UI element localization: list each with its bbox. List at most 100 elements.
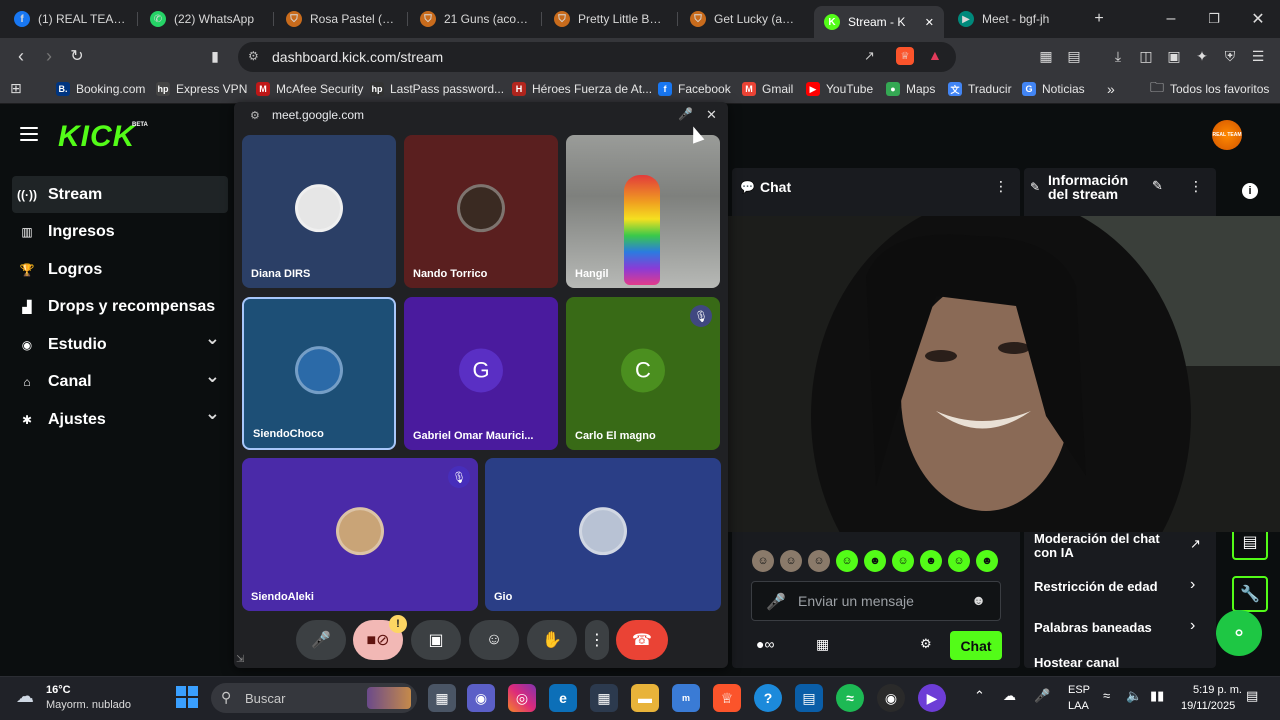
brave-icon[interactable]: ♕ [713, 684, 741, 712]
minimize-button[interactable]: – [1160, 8, 1182, 30]
kick-logo[interactable]: KICK [58, 120, 135, 154]
chevron-right-icon[interactable]: › [1190, 617, 1195, 635]
tab-0[interactable]: f (1) REAL TEAM PR [4, 6, 136, 32]
sidebar-item-logros[interactable]: 🏆 Logros [12, 251, 228, 288]
close-tab-icon[interactable]: ✕ [925, 16, 934, 29]
participant-tile[interactable]: G Gabriel Omar Maurici... [404, 297, 558, 450]
emote[interactable]: ☺ [836, 550, 858, 572]
weather-temp[interactable]: 16°C [46, 684, 71, 696]
tray-app-icon[interactable]: ☁ [1003, 688, 1016, 704]
maximize-button[interactable]: ❐ [1203, 8, 1225, 30]
emote[interactable]: ☺ [948, 550, 970, 572]
emote[interactable]: ☻ [976, 550, 998, 572]
sidebar-item-canal[interactable]: ⌂ Canal ⌄ [12, 364, 228, 401]
instagram-icon[interactable]: ◎ [508, 684, 536, 712]
tab-1[interactable]: ✆ (22) WhatsApp [140, 6, 272, 32]
bookmark-item[interactable]: B. Booking.com [56, 80, 145, 98]
edge-icon[interactable]: e [549, 684, 577, 712]
sidebar-item-ingresos[interactable]: ▥ Ingresos [12, 214, 228, 251]
weather-cloud-icon[interactable]: ☁ [16, 686, 34, 707]
tab-6[interactable]: K Stream - K ✕ [814, 6, 944, 38]
apps-grid-icon[interactable]: ⊞ [10, 80, 22, 97]
brave-rewards-icon[interactable]: ▲ [928, 47, 942, 63]
sidebar-item-estudio[interactable]: ◉ Estudio ⌄ [12, 326, 228, 363]
bookmark-icon[interactable]: ▮ [204, 45, 226, 67]
reactions-button[interactable]: ☺ [469, 620, 519, 660]
participant-tile[interactable]: SiendoChoco [242, 297, 396, 450]
back-icon[interactable]: ‹ [10, 45, 32, 67]
emote[interactable]: ☺ [808, 550, 830, 572]
sidebar-item-stream[interactable]: ((·)) Stream [12, 176, 228, 213]
battery-icon[interactable]: ▮▮ [1150, 688, 1164, 704]
info-row-ai-moderation[interactable]: Moderación del chat con IA [1034, 532, 1184, 560]
emote[interactable]: ☻ [864, 550, 886, 572]
tab-2[interactable]: ⛉ Rosa Pastel (acord [276, 6, 406, 32]
all-bookmarks-button[interactable]: 🗀 Todos los favoritos [1150, 79, 1269, 98]
leo-ai-icon[interactable]: ✦ [1192, 46, 1212, 66]
brave-shield-icon[interactable]: ♕ [896, 47, 914, 65]
microphone-icon[interactable]: 🎤 [766, 592, 786, 612]
language-bottom[interactable]: LAA [1068, 700, 1089, 712]
bookmark-item[interactable]: G Noticias [1022, 80, 1085, 98]
bookmark-item[interactable]: M Gmail [742, 80, 793, 98]
chevron-down-icon[interactable]: ⌄ [205, 403, 220, 424]
bookmark-item[interactable]: H Héroes Fuerza de At... [512, 80, 652, 98]
raise-hand-button[interactable]: ✋ [527, 620, 577, 660]
leave-call-button[interactable]: ☎ [616, 620, 668, 660]
tray-mic-icon[interactable]: 🎤 [1034, 688, 1050, 704]
participant-tile[interactable]: Gio [485, 458, 721, 611]
app-icon[interactable]: m [672, 684, 700, 712]
address-bar[interactable]: ⚙ dashboard.kick.com/stream ↗ ♕ ▲ [238, 42, 956, 72]
emote[interactable]: ☺ [892, 550, 914, 572]
chat-message-input[interactable]: 🎤 Enviar un mensaje ☻ [751, 581, 1001, 621]
info-row-age-restriction[interactable]: Restricción de edad [1034, 580, 1158, 594]
participant-tile[interactable]: 🎙 SiendoAleki [242, 458, 478, 611]
chat-options-icon[interactable]: ⋮ [994, 178, 1008, 195]
store-icon[interactable]: ▦ [816, 636, 829, 653]
bookmark-item[interactable]: hp Express VPN [156, 80, 247, 98]
tab-4[interactable]: ⛉ Pretty Little Baby [544, 6, 676, 32]
new-tab-button[interactable]: + [1088, 8, 1110, 30]
store-icon[interactable]: ▦ [590, 684, 618, 712]
hamburger-menu-icon[interactable] [20, 127, 38, 141]
volume-icon[interactable]: 🔈 [1126, 688, 1142, 704]
tab-7[interactable]: ▶ Meet - bgf-jh [948, 6, 1078, 32]
sidebar-item-ajustes[interactable]: ✱ Ajustes ⌄ [12, 401, 228, 438]
windows-start-icon[interactable] [176, 686, 198, 708]
tray-overflow-icon[interactable]: ⌃ [974, 688, 985, 704]
outlook-icon[interactable]: ▤ [795, 684, 823, 712]
info-icon[interactable]: i [1242, 183, 1258, 199]
external-link-icon[interactable]: ↗ [1190, 536, 1201, 552]
chat-send-button[interactable]: Chat [950, 631, 1002, 660]
chat-settings-icon[interactable]: ⚙ [920, 636, 932, 652]
share-icon[interactable]: ↗ [864, 48, 875, 64]
reader-icon[interactable]: ▤ [1064, 46, 1084, 66]
tab-5[interactable]: ⛉ Get Lucky (acorde [680, 6, 810, 32]
bookmark-item[interactable]: M McAfee Security [256, 80, 363, 98]
download-icon[interactable]: ⤓ [1108, 46, 1128, 66]
vpn-icon[interactable]: ⛨ [1220, 46, 1240, 66]
participant-tile[interactable]: Hangil [566, 135, 720, 288]
info-row-banned-words[interactable]: Palabras baneadas [1034, 621, 1152, 635]
tools-icon[interactable]: 🔧 [1232, 576, 1268, 612]
participant-tile[interactable]: Nando Torrico [404, 135, 558, 288]
emote[interactable]: ☻ [920, 550, 942, 572]
weather-desc[interactable]: Mayorm. nublado [46, 699, 131, 711]
sidebar-item-drops[interactable]: ▟ Drops y recompensas [12, 289, 228, 326]
reload-icon[interactable]: ↻ [66, 45, 88, 67]
notifications-icon[interactable]: ▤ [1246, 688, 1258, 704]
mic-toggle-button[interactable]: 🎤 [296, 620, 346, 660]
profile-avatar[interactable]: REAL TEAM [1212, 120, 1242, 150]
emote[interactable]: ☺ [780, 550, 802, 572]
obs-icon[interactable]: ◉ [877, 684, 905, 712]
emoji-icon[interactable]: ☻ [971, 592, 986, 608]
more-options-button[interactable]: ⋮ [585, 620, 609, 660]
file-explorer-icon[interactable]: ▬ [631, 684, 659, 712]
chevron-down-icon[interactable]: ⌄ [205, 366, 220, 387]
more-bookmarks-button[interactable]: » [1107, 80, 1115, 98]
forward-icon[interactable]: › [38, 45, 60, 67]
task-view-icon[interactable]: ▦ [428, 684, 456, 712]
help-icon[interactable]: ? [754, 684, 782, 712]
tab-3[interactable]: ⛉ 21 Guns (acordes [410, 6, 540, 32]
resize-handle-icon[interactable]: ⇲ [236, 654, 244, 665]
